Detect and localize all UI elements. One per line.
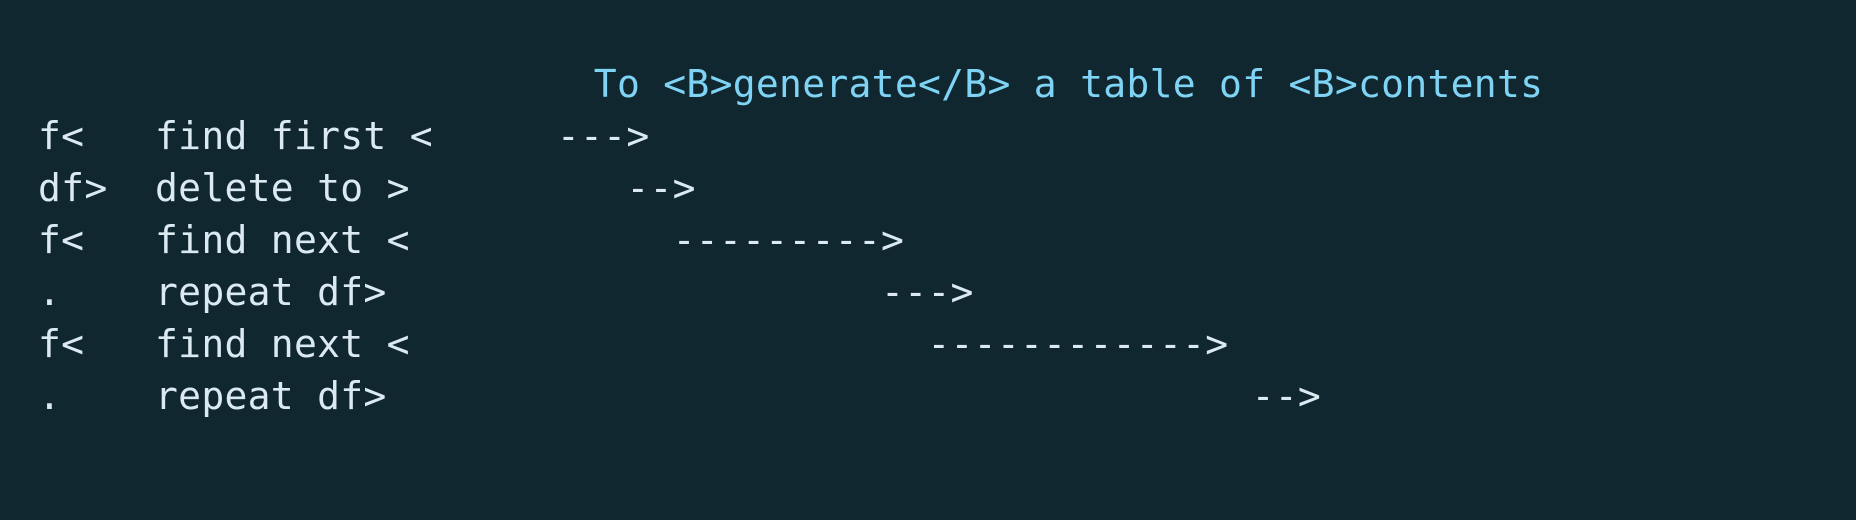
row-5-arrow: -->: [140, 374, 1322, 418]
row-4-key: f<: [38, 322, 85, 366]
row-2-key: f<: [38, 218, 85, 262]
row-2-arrow: --------->: [140, 218, 905, 262]
row-5-key: .: [38, 374, 62, 418]
row-1-arrow: -->: [140, 166, 696, 210]
row-0-key: f<: [38, 114, 85, 158]
terminal-screen: To <B>generate</B> a table of <B>content…: [0, 0, 1856, 520]
row-0-arrow: --->: [140, 114, 650, 158]
row-3-arrow: --->: [140, 270, 974, 314]
row-3-key: .: [38, 270, 62, 314]
terminal-text-area: To <B>generate</B> a table of <B>content…: [0, 0, 1856, 520]
header-line: To <B>generate</B> a table of <B>content…: [38, 62, 1544, 106]
row-4-arrow: ------------>: [140, 322, 1229, 366]
row-1-key: df>: [38, 166, 108, 210]
